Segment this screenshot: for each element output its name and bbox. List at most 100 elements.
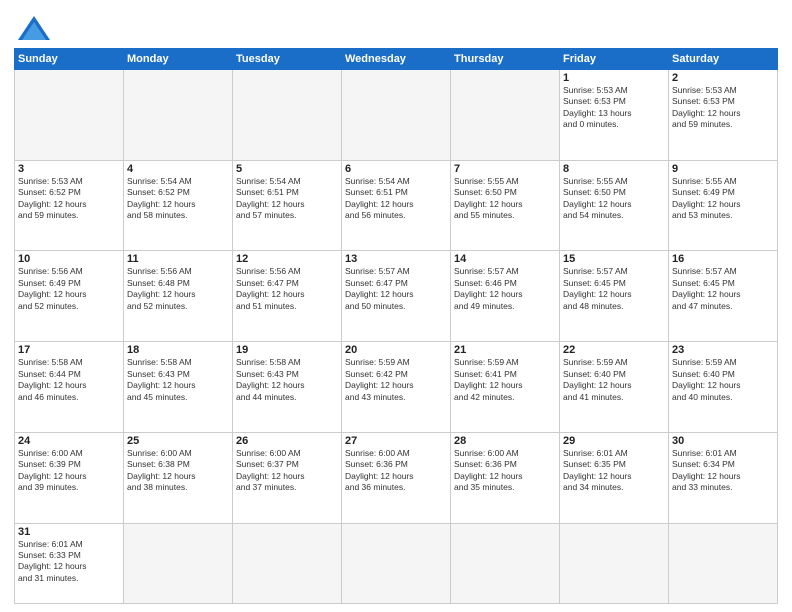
calendar-cell: 1Sunrise: 5:53 AM Sunset: 6:53 PM Daylig…: [560, 70, 669, 161]
week-row-5: 31Sunrise: 6:01 AM Sunset: 6:33 PM Dayli…: [15, 523, 778, 603]
week-row-4: 24Sunrise: 6:00 AM Sunset: 6:39 PM Dayli…: [15, 432, 778, 523]
day-info: Sunrise: 5:59 AM Sunset: 6:41 PM Dayligh…: [454, 357, 556, 403]
day-info: Sunrise: 5:54 AM Sunset: 6:51 PM Dayligh…: [236, 176, 338, 222]
day-info: Sunrise: 5:56 AM Sunset: 6:47 PM Dayligh…: [236, 266, 338, 312]
day-info: Sunrise: 6:01 AM Sunset: 6:33 PM Dayligh…: [18, 539, 120, 585]
calendar-cell: 2Sunrise: 5:53 AM Sunset: 6:53 PM Daylig…: [669, 70, 778, 161]
calendar-cell: 14Sunrise: 5:57 AM Sunset: 6:46 PM Dayli…: [451, 251, 560, 342]
day-info: Sunrise: 5:57 AM Sunset: 6:45 PM Dayligh…: [563, 266, 665, 312]
weekday-header-saturday: Saturday: [669, 49, 778, 70]
logo-icon: [16, 14, 52, 42]
week-row-3: 17Sunrise: 5:58 AM Sunset: 6:44 PM Dayli…: [15, 342, 778, 433]
day-info: Sunrise: 5:57 AM Sunset: 6:47 PM Dayligh…: [345, 266, 447, 312]
calendar-cell: 11Sunrise: 5:56 AM Sunset: 6:48 PM Dayli…: [124, 251, 233, 342]
calendar: SundayMondayTuesdayWednesdayThursdayFrid…: [14, 48, 778, 604]
day-number: 13: [345, 253, 447, 265]
day-info: Sunrise: 5:53 AM Sunset: 6:53 PM Dayligh…: [563, 85, 665, 131]
day-number: 28: [454, 435, 556, 447]
day-number: 3: [18, 163, 120, 175]
weekday-header-friday: Friday: [560, 49, 669, 70]
logo: [14, 14, 52, 42]
calendar-cell: 7Sunrise: 5:55 AM Sunset: 6:50 PM Daylig…: [451, 160, 560, 251]
calendar-cell: [451, 523, 560, 603]
day-number: 2: [672, 72, 774, 84]
day-number: 10: [18, 253, 120, 265]
day-number: 12: [236, 253, 338, 265]
day-info: Sunrise: 5:56 AM Sunset: 6:48 PM Dayligh…: [127, 266, 229, 312]
day-info: Sunrise: 5:53 AM Sunset: 6:52 PM Dayligh…: [18, 176, 120, 222]
day-info: Sunrise: 5:57 AM Sunset: 6:45 PM Dayligh…: [672, 266, 774, 312]
calendar-cell: 27Sunrise: 6:00 AM Sunset: 6:36 PM Dayli…: [342, 432, 451, 523]
day-number: 17: [18, 344, 120, 356]
calendar-cell: 25Sunrise: 6:00 AM Sunset: 6:38 PM Dayli…: [124, 432, 233, 523]
calendar-cell: 3Sunrise: 5:53 AM Sunset: 6:52 PM Daylig…: [15, 160, 124, 251]
day-number: 31: [18, 526, 120, 538]
day-number: 27: [345, 435, 447, 447]
calendar-cell: 22Sunrise: 5:59 AM Sunset: 6:40 PM Dayli…: [560, 342, 669, 433]
day-number: 30: [672, 435, 774, 447]
calendar-cell: 9Sunrise: 5:55 AM Sunset: 6:49 PM Daylig…: [669, 160, 778, 251]
day-info: Sunrise: 6:00 AM Sunset: 6:37 PM Dayligh…: [236, 448, 338, 494]
day-number: 7: [454, 163, 556, 175]
day-info: Sunrise: 6:01 AM Sunset: 6:35 PM Dayligh…: [563, 448, 665, 494]
day-number: 23: [672, 344, 774, 356]
weekday-header-sunday: Sunday: [15, 49, 124, 70]
calendar-cell: [233, 70, 342, 161]
calendar-cell: [124, 70, 233, 161]
day-number: 16: [672, 253, 774, 265]
calendar-cell: 6Sunrise: 5:54 AM Sunset: 6:51 PM Daylig…: [342, 160, 451, 251]
week-row-1: 3Sunrise: 5:53 AM Sunset: 6:52 PM Daylig…: [15, 160, 778, 251]
day-number: 22: [563, 344, 665, 356]
day-number: 15: [563, 253, 665, 265]
day-info: Sunrise: 5:55 AM Sunset: 6:49 PM Dayligh…: [672, 176, 774, 222]
day-info: Sunrise: 5:54 AM Sunset: 6:52 PM Dayligh…: [127, 176, 229, 222]
week-row-0: 1Sunrise: 5:53 AM Sunset: 6:53 PM Daylig…: [15, 70, 778, 161]
day-number: 14: [454, 253, 556, 265]
calendar-cell: 16Sunrise: 5:57 AM Sunset: 6:45 PM Dayli…: [669, 251, 778, 342]
day-info: Sunrise: 5:56 AM Sunset: 6:49 PM Dayligh…: [18, 266, 120, 312]
calendar-cell: 21Sunrise: 5:59 AM Sunset: 6:41 PM Dayli…: [451, 342, 560, 433]
day-info: Sunrise: 6:00 AM Sunset: 6:36 PM Dayligh…: [454, 448, 556, 494]
calendar-cell: [15, 70, 124, 161]
day-info: Sunrise: 5:59 AM Sunset: 6:40 PM Dayligh…: [563, 357, 665, 403]
weekday-header-tuesday: Tuesday: [233, 49, 342, 70]
calendar-cell: 23Sunrise: 5:59 AM Sunset: 6:40 PM Dayli…: [669, 342, 778, 433]
day-number: 20: [345, 344, 447, 356]
day-info: Sunrise: 5:53 AM Sunset: 6:53 PM Dayligh…: [672, 85, 774, 131]
day-number: 18: [127, 344, 229, 356]
calendar-cell: 12Sunrise: 5:56 AM Sunset: 6:47 PM Dayli…: [233, 251, 342, 342]
day-info: Sunrise: 5:57 AM Sunset: 6:46 PM Dayligh…: [454, 266, 556, 312]
day-number: 29: [563, 435, 665, 447]
weekday-header-row: SundayMondayTuesdayWednesdayThursdayFrid…: [15, 49, 778, 70]
day-info: Sunrise: 5:58 AM Sunset: 6:43 PM Dayligh…: [236, 357, 338, 403]
day-number: 19: [236, 344, 338, 356]
calendar-cell: 24Sunrise: 6:00 AM Sunset: 6:39 PM Dayli…: [15, 432, 124, 523]
calendar-cell: 29Sunrise: 6:01 AM Sunset: 6:35 PM Dayli…: [560, 432, 669, 523]
calendar-cell: 18Sunrise: 5:58 AM Sunset: 6:43 PM Dayli…: [124, 342, 233, 433]
day-info: Sunrise: 5:55 AM Sunset: 6:50 PM Dayligh…: [563, 176, 665, 222]
day-number: 24: [18, 435, 120, 447]
day-info: Sunrise: 5:55 AM Sunset: 6:50 PM Dayligh…: [454, 176, 556, 222]
calendar-cell: 4Sunrise: 5:54 AM Sunset: 6:52 PM Daylig…: [124, 160, 233, 251]
calendar-cell: 17Sunrise: 5:58 AM Sunset: 6:44 PM Dayli…: [15, 342, 124, 433]
calendar-cell: 30Sunrise: 6:01 AM Sunset: 6:34 PM Dayli…: [669, 432, 778, 523]
calendar-cell: [342, 523, 451, 603]
day-info: Sunrise: 5:58 AM Sunset: 6:43 PM Dayligh…: [127, 357, 229, 403]
header: [14, 10, 778, 42]
calendar-cell: [560, 523, 669, 603]
weekday-header-monday: Monday: [124, 49, 233, 70]
day-info: Sunrise: 5:59 AM Sunset: 6:40 PM Dayligh…: [672, 357, 774, 403]
calendar-cell: 13Sunrise: 5:57 AM Sunset: 6:47 PM Dayli…: [342, 251, 451, 342]
calendar-cell: [342, 70, 451, 161]
weekday-header-wednesday: Wednesday: [342, 49, 451, 70]
calendar-cell: 10Sunrise: 5:56 AM Sunset: 6:49 PM Dayli…: [15, 251, 124, 342]
day-number: 6: [345, 163, 447, 175]
day-info: Sunrise: 5:59 AM Sunset: 6:42 PM Dayligh…: [345, 357, 447, 403]
day-number: 9: [672, 163, 774, 175]
day-info: Sunrise: 5:54 AM Sunset: 6:51 PM Dayligh…: [345, 176, 447, 222]
day-number: 25: [127, 435, 229, 447]
calendar-cell: [233, 523, 342, 603]
day-info: Sunrise: 6:00 AM Sunset: 6:39 PM Dayligh…: [18, 448, 120, 494]
page: SundayMondayTuesdayWednesdayThursdayFrid…: [0, 0, 792, 612]
calendar-cell: 19Sunrise: 5:58 AM Sunset: 6:43 PM Dayli…: [233, 342, 342, 433]
